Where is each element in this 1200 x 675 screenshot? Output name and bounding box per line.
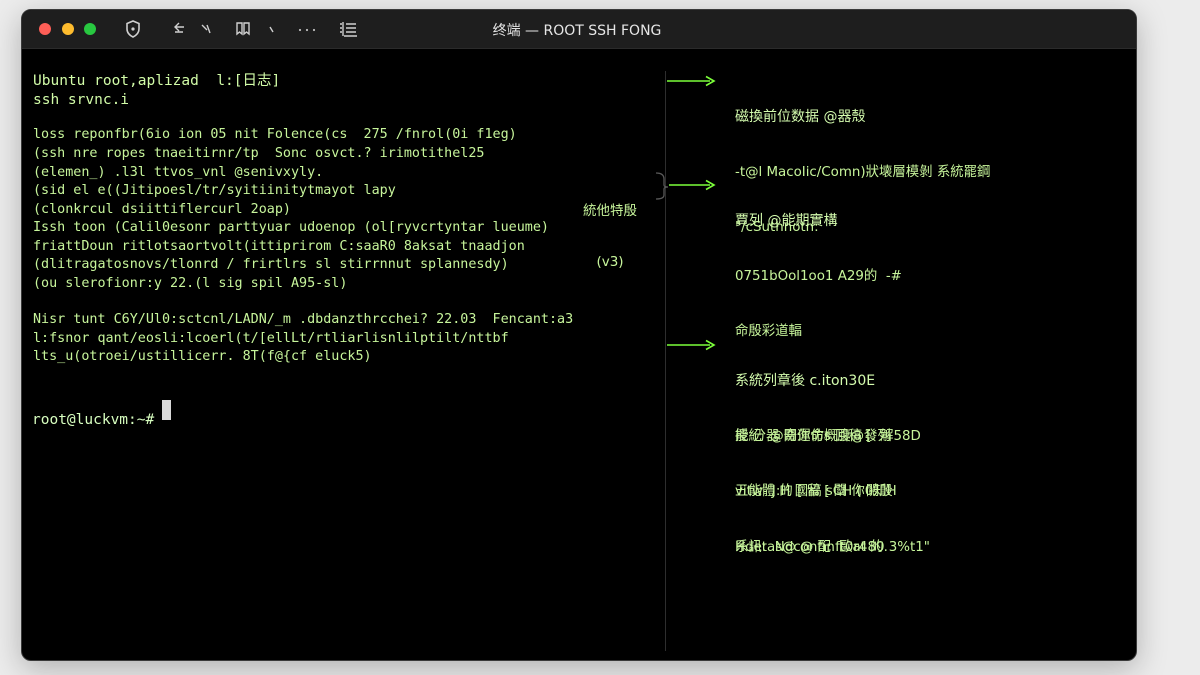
annotation-title: 系統列章後 c.iton30E xyxy=(735,373,876,389)
desktop-background: 终端 — ROOT SSH FONG Ubuntu root,aplizad l… xyxy=(0,0,1200,675)
annotation-line: 能紀 器 奇你仿概腹@發列 xyxy=(735,428,891,444)
annotation-line: 五能體 的 [ 留 [ 闡 你0知H xyxy=(735,484,897,499)
terminal-output-line: (clonkrcul dsiittiflercurl 2oap) xyxy=(33,202,291,217)
text-cursor xyxy=(162,400,171,420)
terminal-output-line: (ou slerofionr:y 22.(l sig spil A95-sl) xyxy=(33,276,348,291)
terminal-output-line: (sid el e((Jitipoesl/tr/syitiinitytmayot… xyxy=(33,183,396,198)
shield-icon[interactable] xyxy=(123,19,143,39)
minimize-button[interactable] xyxy=(62,23,74,35)
terminal-area[interactable]: Ubuntu root,aplizad l:[日志] ssh srvnc.i l… xyxy=(22,49,1136,660)
annotation-title: 賈列 @能期實構 xyxy=(735,213,838,229)
back-icon[interactable] xyxy=(171,19,187,39)
annotation-line: Hdetas@ @ 配 ft0r480 3%t1" xyxy=(735,539,930,555)
terminal-output-line: (elemen_) .l3l ttvos_vnl @senivxyly. xyxy=(33,165,324,180)
terminal-output-line: loss reponfbr(6io ion 05 nit Folence(cs … xyxy=(33,127,517,142)
side-label-line: 統他特殷 xyxy=(583,203,637,219)
annotation-arrow-icon xyxy=(667,75,716,87)
window-title: 终端 — ROOT SSH FONG xyxy=(492,23,662,39)
maximize-button[interactable] xyxy=(84,23,96,35)
forward-icon[interactable] xyxy=(198,19,214,39)
annotation-line: 0751bOol1oo1 A29的 -# xyxy=(735,268,902,284)
terminal-output-line: Nisr tunt C6Y/Ul0:sctcnl/LADN/_m .dbdanz… xyxy=(33,312,574,327)
terminal-output-line: (ssh nre ropes tnaeitirnr/tp Sonc osvct.… xyxy=(33,146,485,161)
annotation-title: 磁換前位数据 @器殼 xyxy=(735,109,866,125)
bracket-icon xyxy=(655,172,669,200)
sidebar-icon[interactable] xyxy=(337,19,359,39)
side-label-line: (v3) xyxy=(596,254,624,270)
more-icon[interactable] xyxy=(296,19,318,39)
close-button[interactable] xyxy=(39,23,51,35)
side-label: 統他特殷 (v3) xyxy=(577,169,643,305)
bookmark-icon[interactable] xyxy=(234,19,252,39)
terminal-window: 终端 — ROOT SSH FONG Ubuntu root,aplizad l… xyxy=(21,9,1137,661)
title-bar: 终端 — ROOT SSH FONG xyxy=(22,10,1136,49)
chevron-icon[interactable] xyxy=(266,19,278,39)
terminal-header-line: Ubuntu root,aplizad l:[日志] xyxy=(33,73,281,89)
terminal-output-line: (dlitragatosnovs/tlonrd / frirtlrs sl st… xyxy=(33,257,509,272)
annotation-arrow-icon xyxy=(669,179,716,191)
column-divider xyxy=(665,71,666,651)
annotation-arrow-icon xyxy=(667,339,716,351)
terminal-output-line: Issh toon (Calil0esonr parttyuar udoenop… xyxy=(33,220,549,235)
annotation-block: 系統列章後 c.iton30E 能紀 器 奇你仿概腹@發列 五能體 的 [ 留 … xyxy=(735,335,930,594)
terminal-header-line: ssh srvnc.i xyxy=(33,92,130,108)
terminal-output-line: l:fsnor qant/eosli:lcoerl(t/[ellLt/rtlia… xyxy=(33,331,509,346)
terminal-output-line: lts_u(otroei/ustillicerr. 8T(f@{cf eluck… xyxy=(33,349,372,364)
shell-prompt: root@luckvm:~# xyxy=(32,412,155,428)
terminal-output-line: friattDoun ritlotsaortvolt(ittiprirom C:… xyxy=(33,239,525,254)
